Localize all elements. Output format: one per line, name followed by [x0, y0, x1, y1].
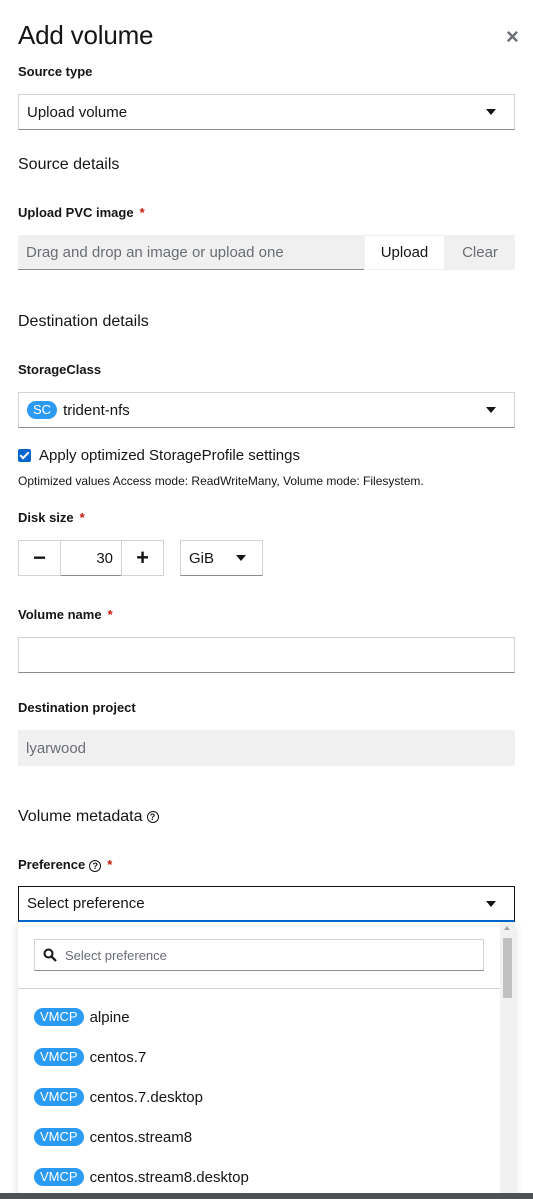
disk-unit-value: GiB — [189, 549, 215, 567]
vmcp-badge: VMCP — [34, 1128, 84, 1146]
caret-down-icon — [486, 901, 496, 907]
preference-search-input[interactable]: Select preference — [34, 939, 484, 971]
increment-button[interactable]: + — [121, 540, 164, 576]
preference-select[interactable]: Select preference — [18, 886, 515, 922]
source-type-label: Source type — [18, 64, 93, 79]
preference-dropdown-menu: Select preference VMCP alpine VMCP cento… — [18, 922, 515, 1199]
clear-button[interactable]: Clear — [445, 235, 515, 270]
caret-down-icon — [486, 407, 496, 413]
apply-storage-profile[interactable]: Apply optimized StorageProfile settings — [18, 447, 300, 464]
source-type-select[interactable]: Upload volume — [18, 94, 515, 130]
preference-option[interactable]: VMCP centos.stream8.desktop — [34, 1167, 249, 1187]
volume-name-label-text: Volume name — [18, 607, 102, 622]
vmcp-badge: VMCP — [34, 1168, 84, 1186]
search-icon — [35, 940, 65, 970]
upload-file-input[interactable]: Drag and drop an image or upload one — [18, 235, 364, 270]
destination-details-heading: Destination details — [18, 313, 149, 330]
apply-storage-profile-label: Apply optimized StorageProfile settings — [39, 447, 300, 464]
source-type-value: Upload volume — [27, 103, 128, 121]
volume-metadata-heading-text: Volume metadata — [18, 808, 143, 825]
close-icon[interactable]: × — [506, 26, 522, 48]
storage-class-select[interactable]: SC trident-nfs — [18, 392, 515, 428]
preference-option-label: alpine — [89, 1008, 130, 1026]
upload-pvc-label: Upload PVC image * — [18, 205, 145, 220]
help-icon[interactable]: ? — [146, 810, 159, 823]
preference-option-label: centos.stream8.desktop — [89, 1168, 249, 1186]
required-mark: * — [107, 857, 113, 872]
preference-option[interactable]: VMCP centos.stream8 — [34, 1127, 192, 1147]
volume-name-input[interactable] — [18, 637, 515, 673]
preference-option-label: centos.7 — [89, 1048, 147, 1066]
preference-label-text: Preference — [18, 857, 86, 872]
vmcp-badge: VMCP — [34, 1048, 84, 1066]
preference-option[interactable]: VMCP alpine — [34, 1007, 130, 1027]
storage-profile-helper-text: Optimized values Access mode: ReadWriteM… — [18, 474, 424, 488]
vmcp-badge: VMCP — [34, 1008, 84, 1026]
footer-bar — [0, 1193, 533, 1199]
vmcp-badge: VMCP — [34, 1088, 84, 1106]
menu-scrollbar[interactable] — [500, 922, 515, 1199]
preference-value: Select preference — [27, 895, 145, 912]
preference-label: Preference? * — [18, 857, 112, 872]
required-mark: * — [107, 607, 113, 622]
disk-size-input[interactable]: 30 — [61, 540, 121, 576]
preference-search-placeholder: Select preference — [65, 947, 167, 963]
disk-size-stepper: − 30 + — [18, 540, 164, 576]
preference-option-label: centos.stream8 — [89, 1128, 193, 1146]
apply-storage-profile-checkbox[interactable] — [18, 449, 31, 462]
disk-unit-select[interactable]: GiB — [180, 540, 263, 576]
preference-option[interactable]: VMCP centos.7 — [34, 1047, 146, 1067]
preference-option-label: centos.7.desktop — [89, 1088, 203, 1106]
decrement-button[interactable]: − — [18, 540, 61, 576]
storage-class-value: trident-nfs — [63, 401, 130, 419]
destination-project-label: Destination project — [18, 700, 136, 715]
upload-button[interactable]: Upload — [364, 235, 445, 270]
caret-down-icon — [236, 555, 246, 561]
help-icon[interactable]: ? — [89, 859, 102, 872]
storage-class-label: StorageClass — [18, 362, 102, 377]
menu-divider — [18, 988, 500, 989]
upload-pvc-label-text: Upload PVC image — [18, 205, 134, 220]
scrollbar-thumb[interactable] — [503, 938, 512, 998]
volume-name-label: Volume name * — [18, 607, 113, 622]
scroll-up-icon[interactable] — [504, 926, 510, 930]
disk-size-label-text: Disk size — [18, 510, 74, 525]
file-upload: Drag and drop an image or upload one Upl… — [18, 235, 515, 270]
storage-class-badge: SC — [27, 401, 58, 419]
disk-size-label: Disk size * — [18, 510, 85, 525]
source-details-heading: Source details — [18, 156, 120, 173]
caret-down-icon — [486, 109, 496, 115]
preference-option[interactable]: VMCP centos.7.desktop — [34, 1087, 203, 1107]
destination-project-input: lyarwood — [18, 730, 515, 766]
required-mark: * — [139, 205, 145, 220]
modal-title: Add volume — [18, 20, 154, 50]
volume-metadata-heading: Volume metadata? — [18, 808, 159, 826]
required-mark: * — [79, 510, 85, 525]
